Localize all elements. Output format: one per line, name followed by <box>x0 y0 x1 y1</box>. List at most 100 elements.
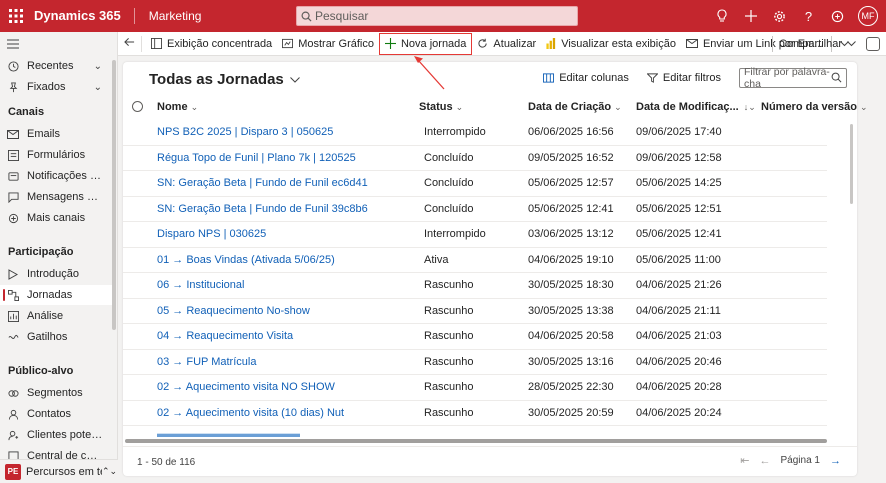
view-selector[interactable]: Todas as Jornadas <box>149 71 300 88</box>
row-name-link[interactable]: SN: Geração Beta | Fundo de Funil ec6d41 <box>157 171 368 196</box>
row-name-link[interactable]: 03 → FUP Matrícula <box>157 350 256 375</box>
row-name-link-partial[interactable]: ▬▬▬▬▬▬▬▬▬▬▬▬▬ <box>157 425 300 437</box>
grid-vertical-scrollbar[interactable] <box>850 124 853 204</box>
sidebar-item-journeys[interactable]: Jornadas <box>0 285 112 305</box>
row-name-link[interactable]: 05 → Reaquecimento No-show <box>157 299 310 324</box>
row-name-link[interactable]: Disparo NPS | 030625 <box>157 222 266 247</box>
chevron-down-icon: ⌄ <box>614 101 622 112</box>
sidebar-item-analytics[interactable]: Análise <box>0 306 112 326</box>
column-header-status[interactable]: Status ⌄ <box>419 96 463 118</box>
chevron-down-icon: ⌄ <box>190 101 199 112</box>
table-row[interactable]: ▬▬▬▬▬▬▬▬▬▬▬▬▬ <box>123 425 827 437</box>
sidebar-item-forms[interactable]: Formulários <box>0 145 112 165</box>
refresh-button[interactable]: Atualizar <box>472 33 541 55</box>
global-search-input[interactable]: Pesquisar <box>296 6 578 26</box>
mail-link-icon <box>685 39 698 48</box>
chart-icon <box>282 38 294 49</box>
next-page-icon[interactable]: → <box>830 455 841 467</box>
table-row[interactable]: 03 → FUP Matrícula Rascunho 30/05/2025 13:… <box>123 350 827 375</box>
refresh-icon <box>477 38 488 49</box>
sidebar-item-recent[interactable]: Recentes ⌄ <box>0 56 112 76</box>
column-header-version[interactable]: Número da versão ⌄ <box>761 96 868 118</box>
sidebar-item-emails[interactable]: Emails <box>0 124 112 144</box>
table-row[interactable]: SN: Geração Beta | Fundo de Funil ec6d41… <box>123 171 827 197</box>
sidebar-item-more-channels[interactable]: Mais canais <box>0 208 112 228</box>
gear-icon[interactable] <box>765 0 794 32</box>
previous-page-icon[interactable]: ← <box>760 455 771 467</box>
table-row[interactable]: 05 → Reaquecimento No-show Rascunho 30/05/… <box>123 299 827 324</box>
help-icon[interactable]: ? <box>794 0 823 32</box>
visualize-view-button[interactable]: Visualizar esta exibição <box>541 33 681 55</box>
row-modified-date: 05/06/2025 12:41 <box>636 228 722 240</box>
row-name-link[interactable]: 02 → Aquecimento visita (10 dias) Nut <box>157 401 344 426</box>
select-all-radio[interactable] <box>132 101 143 112</box>
sidebar-item-leads[interactable]: Clientes potenciais <box>0 425 112 445</box>
column-header-modified[interactable]: Data de Modificaç... ↓⌄ <box>636 96 756 118</box>
row-name-link[interactable]: 06 → Institucional <box>157 273 244 298</box>
avatar[interactable]: MF <box>858 6 878 26</box>
sidebar-menu-toggle[interactable] <box>0 34 112 54</box>
plus-icon[interactable] <box>736 0 765 32</box>
segment-icon <box>6 388 20 399</box>
sidebar-item-pinned[interactable]: Fixados ⌄ <box>0 77 112 97</box>
record-count: 1 - 50 de 116 <box>137 457 196 468</box>
table-row[interactable]: 02 → Aquecimento visita (10 dias) Nut Ras… <box>123 401 827 426</box>
row-status: Rascunho <box>424 381 474 393</box>
sidebar-scrollbar[interactable] <box>112 60 116 330</box>
first-page-icon[interactable]: ⇤ <box>740 454 749 467</box>
brand-name[interactable]: Dynamics 365 <box>34 8 135 24</box>
search-icon[interactable] <box>831 72 842 86</box>
sidebar-item-segments[interactable]: Segmentos <box>0 383 112 403</box>
share-button[interactable]: Compartilhar <box>772 32 856 56</box>
row-name-link[interactable]: 04 → Reaquecimento Visita <box>157 324 293 349</box>
columns-icon <box>543 73 555 83</box>
sidebar-item-contacts[interactable]: Contatos <box>0 404 112 424</box>
new-journey-button[interactable]: Nova jornada <box>378 32 473 55</box>
row-created-date: 05/06/2025 12:41 <box>528 202 614 215</box>
edit-columns-button[interactable]: Editar colunas <box>543 72 629 84</box>
table-row[interactable]: 04 → Reaquecimento Visita Rascunho 04/06/2… <box>123 324 827 350</box>
table-row[interactable]: Disparo NPS | 030625 Interrompido 03/06/20… <box>123 222 827 248</box>
edit-filters-button[interactable]: Editar filtros <box>646 72 721 84</box>
area-switcher[interactable]: PE Percursos em tem... ⌃⌄ <box>0 459 118 483</box>
back-button[interactable] <box>118 35 142 52</box>
table-row[interactable]: 01 → Boas Vindas (Ativada 5/06/25) Ativa 0… <box>123 248 827 273</box>
app-launcher-icon[interactable] <box>0 0 32 32</box>
lightbulb-icon[interactable] <box>707 0 736 32</box>
table-row[interactable]: NPS B2C 2025 | Disparo 3 | 050625 Interro… <box>123 120 827 146</box>
column-header-created[interactable]: Data de Criação ⌄ <box>528 96 622 118</box>
show-chart-button[interactable]: Mostrar Gráfico <box>277 33 379 55</box>
column-label: Número da versão <box>761 101 857 113</box>
copilot-panel-icon[interactable] <box>866 37 880 51</box>
row-modified-date: 05/06/2025 12:51 <box>636 202 722 215</box>
row-status: Concluído <box>424 177 474 189</box>
table-row[interactable]: 06 → Institucional Rascunho 30/05/2025 18:… <box>123 273 827 299</box>
column-header-name[interactable]: Nome ⌄ <box>157 96 198 118</box>
row-name-link[interactable]: SN: Geração Beta | Fundo de Funil 39c8b6 <box>157 197 368 222</box>
row-name-link[interactable]: Régua Topo de Funil | Plano 7k | 120525 <box>157 146 356 171</box>
keyword-filter-input[interactable]: Filtrar por palavra-cha <box>739 66 847 90</box>
chevron-down-icon: ⌄ <box>93 81 102 93</box>
sidebar-item-introduction[interactable]: Introdução <box>0 264 112 284</box>
row-name-link[interactable]: NPS B2C 2025 | Disparo 3 | 050625 <box>157 120 333 145</box>
row-name-link[interactable]: 02 → Aquecimento visita NO SHOW <box>157 375 335 400</box>
row-modified-date: 04/06/2025 21:11 <box>636 304 721 317</box>
column-label: Nome <box>157 101 188 113</box>
row-modified-date: 05/06/2025 14:25 <box>636 177 722 189</box>
search-icon <box>297 11 315 22</box>
grid-horizontal-scrollbar[interactable] <box>125 439 827 443</box>
sidebar-item-label: Notificações por ... <box>27 170 103 182</box>
table-row[interactable]: 02 → Aquecimento visita NO SHOW Rascunho 2… <box>123 375 827 401</box>
sidebar-item-text-messages[interactable]: Mensagens de tex... <box>0 187 112 207</box>
row-created-date: 05/06/2025 12:57 <box>528 177 614 189</box>
copilot-icon[interactable] <box>823 0 852 32</box>
focused-view-button[interactable]: Exibição concentrada <box>146 33 277 55</box>
sidebar-item-push-notifications[interactable]: Notificações por ... <box>0 166 112 186</box>
visualize-view-label: Visualizar esta exibição <box>561 37 676 50</box>
row-name-link[interactable]: 01 → Boas Vindas (Ativada 5/06/25) <box>157 248 335 273</box>
row-created-date: 04/06/2025 19:10 <box>528 253 614 266</box>
table-row[interactable]: Régua Topo de Funil | Plano 7k | 120525 C… <box>123 146 827 171</box>
sidebar-item-triggers[interactable]: Gatilhos <box>0 327 112 347</box>
app-name[interactable]: Marketing <box>149 9 202 23</box>
table-row[interactable]: SN: Geração Beta | Fundo de Funil 39c8b6… <box>123 197 827 222</box>
